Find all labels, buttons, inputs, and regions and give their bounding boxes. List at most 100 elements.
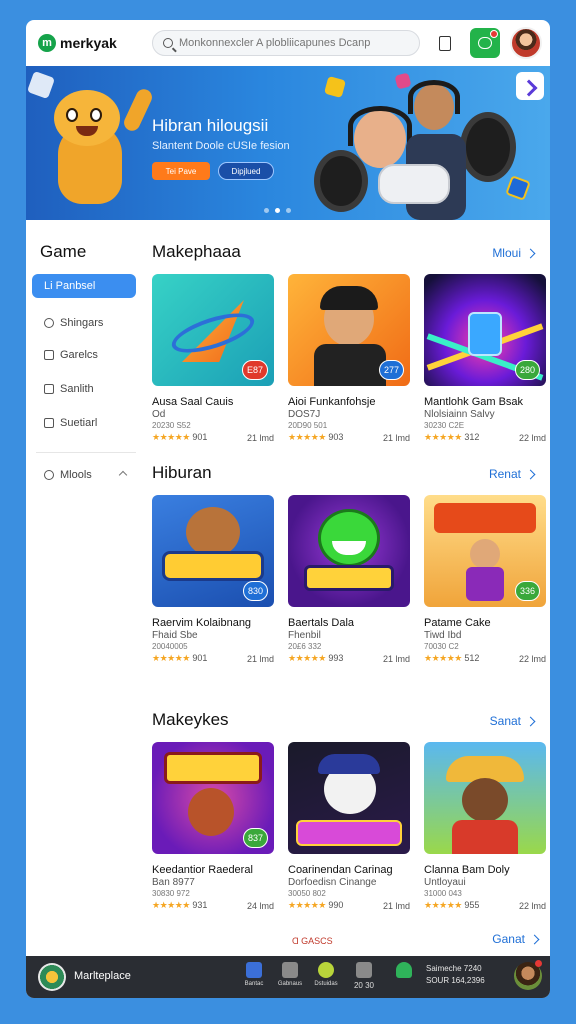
app-name: Aioi Funkanfohsje [288, 396, 376, 408]
banner-secondary-button[interactable]: Dipjlued [218, 162, 274, 180]
taskbar-item[interactable]: Bantac [234, 962, 274, 987]
carousel-dot-active[interactable] [275, 208, 280, 213]
share-button[interactable] [516, 72, 544, 100]
sidebar-item-sanlith[interactable]: Sanlith [32, 377, 136, 401]
footer-more-link[interactable]: Ganat [492, 932, 540, 946]
sidebar-item-suetiarl[interactable]: Suetiarl [32, 411, 136, 435]
app-footer: ★★★★★ 901 21 lmd [152, 432, 274, 443]
app-icon [318, 962, 334, 978]
sidebar-item-garelcs[interactable]: Garelcs [32, 343, 136, 367]
marketplace-logo-icon[interactable] [38, 963, 66, 991]
chat-icon [478, 37, 492, 49]
app-thumbnail: 277 [288, 274, 410, 386]
app-meta: 20D90 501 [288, 421, 328, 430]
section-more-link[interactable]: Sanat [489, 714, 536, 728]
taskbar-status: Saimeche 7240 SOUR 164,2396 [426, 963, 485, 987]
app-size: 21 lmd [382, 653, 410, 664]
app-thumbnail: 830 [152, 495, 274, 607]
search-bar[interactable] [152, 30, 420, 56]
sidebar-item-mlools[interactable]: Mlools [32, 463, 136, 487]
hero-banner[interactable]: Hibran hilougsii Slantent Doole cUSIe fe… [26, 66, 550, 220]
bookmark-icon [439, 35, 451, 51]
app-subtitle: Dorfoedisn Cinange [288, 877, 377, 888]
app-card[interactable]: Baertals Dala Fhenbil 20£6 332 ★★★★★ 993… [288, 495, 410, 664]
section-more-link[interactable]: Mloui [492, 246, 536, 260]
app-size: 24 lmd [246, 900, 274, 911]
chevron-right-icon [529, 934, 540, 944]
app-window: m merkyak Hibran hilougsii Sl [26, 20, 550, 998]
app-meta: 20£6 332 [288, 642, 322, 651]
app-card[interactable]: E87 Ausa Saal Cauis Od 20230 S52 ★★★★★ 9… [152, 274, 274, 443]
rating-stars: ★★★★★ [288, 900, 326, 910]
app-thumbnail: 280 [424, 274, 546, 386]
section-hiburan: Hiburan Renat 830 Raervim Kolaibnang Fha… [152, 463, 546, 673]
app-subtitle: Od [152, 409, 166, 420]
section-label: Ɑ GASCS [292, 936, 333, 946]
app-name: Baertals Dala [288, 617, 355, 629]
logo-mark-icon: m [38, 34, 56, 52]
app-name: Patame Cake [424, 617, 491, 629]
app-card[interactable]: 277 Aioi Funkanfohsje DOS7J 20D90 501 ★★… [288, 274, 410, 443]
mascot-illustration [36, 82, 155, 214]
section-title: Makeykes [152, 710, 229, 729]
rating-stars: ★★★★★ [424, 432, 462, 442]
banner-title: Hibran hilougsii [152, 116, 269, 135]
app-logo[interactable]: m merkyak [38, 34, 117, 52]
taskbar-item[interactable] [384, 962, 424, 978]
app-size: 21 lmd [246, 653, 274, 664]
search-icon [163, 38, 173, 48]
app-card[interactable]: Coarinendan Carinag Dorfoedisn Cinange 3… [288, 742, 410, 911]
app-badge: E87 [241, 360, 268, 380]
app-size: 22 lmd [518, 432, 546, 443]
app-card[interactable]: 280 Mantlohk Gam Bsak Nlolsiainn Salvy 3… [424, 274, 546, 443]
app-size: 22 lmd [518, 653, 546, 664]
app-subtitle: Ban 8977 [152, 877, 195, 888]
app-meta: 30830 972 [152, 889, 190, 898]
rating-stars: ★★★★★ [152, 432, 190, 442]
sidebar-item-label: Suetiarl [60, 417, 98, 429]
user-avatar[interactable] [510, 27, 542, 59]
app-card[interactable]: 830 Raervim Kolaibnang Fhaid Sbe 2004000… [152, 495, 274, 664]
top-bar: m merkyak [26, 20, 550, 66]
more-label: Sanat [489, 714, 521, 728]
taskbar-item[interactable]: 20 30 [344, 962, 384, 990]
sidebar-item-label: Sanlith [60, 383, 94, 395]
app-size: 21 lmd [246, 432, 274, 443]
app-meta: 30230 C2E [424, 421, 465, 430]
sidebar-item-label: Li Panbsel [44, 280, 96, 292]
app-thumbnail [288, 495, 410, 607]
rating-count: 512 [464, 653, 480, 663]
carousel-dot[interactable] [264, 208, 269, 213]
banner-primary-button[interactable]: Tei Pave [152, 162, 210, 180]
chevron-right-icon [525, 248, 536, 258]
status-line: Saimeche 7240 [426, 964, 482, 973]
search-icon [44, 470, 54, 480]
chat-button[interactable] [470, 28, 500, 58]
app-card[interactable]: 336 Patame Cake Tiwd Ibd 70030 C2 ★★★★★ … [424, 495, 546, 664]
app-footer: ★★★★★ 993 21 lmd [288, 653, 410, 664]
section-makephaaa: Makephaaa Mloui E87 Ausa Saal Cauis Od 2… [152, 242, 546, 452]
app-meta: 20230 S52 [152, 421, 191, 430]
logo-text: merkyak [60, 35, 117, 51]
app-thumbnail: 837 [152, 742, 274, 854]
rating-stars: ★★★★★ [424, 653, 462, 663]
section-more-link[interactable]: Renat [489, 467, 536, 481]
gamers-illustration [314, 72, 544, 220]
app-icon [246, 962, 262, 978]
taskbar-app-name: Marlteplace [74, 970, 131, 982]
taskbar-item[interactable]: Dstuidas [306, 962, 346, 987]
section-title: Hiburan [152, 463, 212, 482]
app-footer: ★★★★★ 512 22 lmd [424, 653, 546, 664]
user-icon [396, 962, 412, 978]
bookmark-button[interactable] [430, 28, 460, 58]
sidebar-item-shingars[interactable]: Shingars [32, 311, 136, 335]
app-name: Mantlohk Gam Bsak [424, 396, 524, 408]
taskbar-item[interactable]: Gabnaus [270, 962, 310, 987]
app-size: 22 lmd [518, 900, 546, 911]
sidebar-item-panbsel[interactable]: Li Panbsel [32, 274, 136, 298]
search-input[interactable] [179, 37, 409, 49]
carousel-dot[interactable] [286, 208, 291, 213]
app-card[interactable]: 837 Keedantior Raederal Ban 8977 30830 9… [152, 742, 274, 911]
tag-icon [44, 418, 54, 428]
app-card[interactable]: Clanna Bam Doly Untloyaui 31000 043 ★★★★… [424, 742, 546, 911]
